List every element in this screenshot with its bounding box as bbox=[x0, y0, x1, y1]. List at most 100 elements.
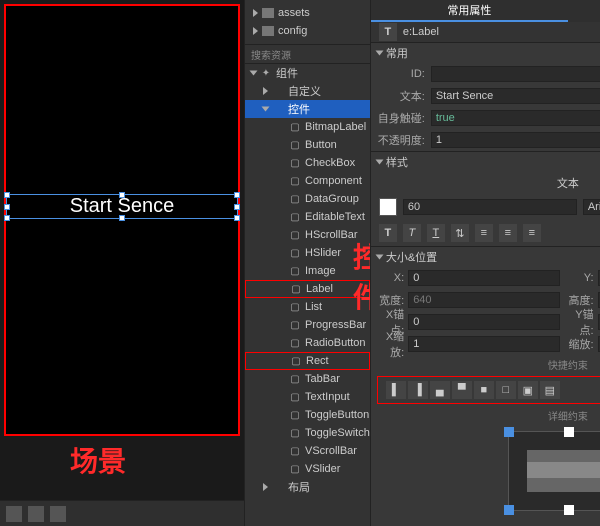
constraint-btn[interactable]: □ bbox=[496, 381, 516, 399]
touch-input[interactable] bbox=[431, 110, 600, 126]
cb-bc[interactable] bbox=[564, 505, 574, 515]
section-head-common[interactable]: 常用 bbox=[371, 43, 600, 63]
tab-all[interactable]: 所有属性 bbox=[568, 0, 600, 22]
handle-tr[interactable] bbox=[234, 192, 240, 198]
expand-icon[interactable] bbox=[262, 107, 270, 112]
item-icon bbox=[272, 85, 284, 97]
item-label: Component bbox=[305, 175, 362, 187]
underline-icon[interactable]: T bbox=[427, 224, 445, 242]
cb-tl[interactable] bbox=[504, 427, 514, 437]
section-style: 样式 文本 T T T ⇅ ≡ ≡ ≡ bbox=[371, 151, 600, 246]
resource-tree: assets config bbox=[245, 0, 370, 44]
list-item[interactable]: ▢TabBar bbox=[245, 370, 370, 388]
opacity-input[interactable] bbox=[431, 132, 600, 148]
align-left-icon[interactable]: ≡ bbox=[475, 224, 493, 242]
expand-icon[interactable] bbox=[253, 27, 258, 35]
folder-label: assets bbox=[278, 7, 310, 19]
handle-mr[interactable] bbox=[234, 204, 240, 210]
type-header: T e:Label bbox=[371, 22, 600, 42]
handle-ml[interactable] bbox=[4, 204, 10, 210]
constraint-btn[interactable]: ▌ bbox=[386, 381, 406, 399]
list-item[interactable]: ▢EditableText bbox=[245, 208, 370, 226]
list-item[interactable]: 布局 bbox=[245, 478, 370, 496]
expand-icon[interactable] bbox=[263, 483, 268, 491]
collapse-icon[interactable] bbox=[375, 255, 383, 260]
handle-bc[interactable] bbox=[119, 215, 125, 221]
x-input[interactable] bbox=[408, 270, 560, 286]
section-head-size[interactable]: 大小&位置 bbox=[371, 247, 600, 267]
align-right-icon[interactable]: ≡ bbox=[523, 224, 541, 242]
label-text: Start Sence bbox=[70, 195, 175, 217]
handle-tc[interactable] bbox=[119, 192, 125, 198]
constraint-btn[interactable]: ▐ bbox=[408, 381, 428, 399]
color-swatch[interactable] bbox=[379, 198, 397, 216]
tool-icon[interactable] bbox=[28, 506, 44, 522]
item-label: ProgressBar bbox=[305, 319, 366, 331]
id-input[interactable] bbox=[431, 66, 600, 82]
list-item[interactable]: ▢ToggleSwitch bbox=[245, 424, 370, 442]
constraint-btn[interactable]: ▤ bbox=[540, 381, 560, 399]
list-item[interactable]: ▢Rect bbox=[245, 352, 370, 370]
fontsize-input[interactable] bbox=[403, 199, 577, 215]
cb-tc[interactable] bbox=[564, 427, 574, 437]
item-icon: ▢ bbox=[289, 229, 301, 241]
scalex-input[interactable] bbox=[408, 336, 560, 352]
text-input[interactable] bbox=[431, 88, 600, 104]
item-icon: ▢ bbox=[289, 157, 301, 169]
item-label: EditableText bbox=[305, 211, 365, 223]
list-item[interactable]: 控件 bbox=[245, 100, 370, 118]
expand-icon[interactable] bbox=[253, 9, 258, 17]
constraint-box[interactable] bbox=[508, 431, 600, 511]
item-label: DataGroup bbox=[305, 193, 359, 205]
text-tab[interactable]: 文本 bbox=[557, 175, 579, 191]
list-item[interactable]: ▢DataGroup bbox=[245, 190, 370, 208]
list-item[interactable]: ▢TextInput bbox=[245, 388, 370, 406]
valign-icon[interactable]: ⇅ bbox=[451, 224, 469, 242]
handle-tl[interactable] bbox=[4, 192, 10, 198]
list-item[interactable]: ▢Component bbox=[245, 172, 370, 190]
tool-icon[interactable] bbox=[6, 506, 22, 522]
list-item[interactable]: ▢CheckBox bbox=[245, 154, 370, 172]
collapse-icon[interactable] bbox=[375, 160, 383, 165]
list-item[interactable]: ▢RadioButton bbox=[245, 334, 370, 352]
list-item[interactable]: ▢VScrollBar bbox=[245, 442, 370, 460]
expand-icon[interactable] bbox=[250, 71, 258, 76]
align-center-icon[interactable]: ≡ bbox=[499, 224, 517, 242]
list-item[interactable]: ▢HScrollBar bbox=[245, 226, 370, 244]
folder-assets[interactable]: assets bbox=[245, 4, 370, 22]
tab-common[interactable]: 常用属性 bbox=[371, 0, 568, 22]
item-label: Button bbox=[305, 139, 337, 151]
italic-icon[interactable]: T bbox=[403, 224, 421, 242]
constraint-btn[interactable]: ▣ bbox=[518, 381, 538, 399]
handle-bl[interactable] bbox=[4, 215, 10, 221]
list-item[interactable]: ▢List bbox=[245, 298, 370, 316]
selected-label[interactable]: Start Sence bbox=[6, 194, 238, 219]
list-item[interactable]: ✦组件 bbox=[245, 64, 370, 82]
item-label: BitmapLabel bbox=[305, 121, 366, 133]
tool-icon[interactable] bbox=[50, 506, 66, 522]
list-item[interactable]: ▢BitmapLabel bbox=[245, 118, 370, 136]
search-bar[interactable]: 搜索资源 bbox=[245, 44, 370, 64]
list-item[interactable]: ▢Button bbox=[245, 136, 370, 154]
collapse-icon[interactable] bbox=[375, 51, 383, 56]
list-item[interactable]: ▢ToggleButton bbox=[245, 406, 370, 424]
list-item[interactable]: ▢VSlider bbox=[245, 460, 370, 478]
folder-config[interactable]: config bbox=[245, 22, 370, 40]
constraint-btn[interactable]: ▄ bbox=[430, 381, 450, 399]
expand-icon[interactable] bbox=[263, 87, 268, 95]
stage[interactable]: Start Sence bbox=[4, 4, 240, 436]
bold-icon[interactable]: T bbox=[379, 224, 397, 242]
constraint-btn[interactable]: ■ bbox=[474, 381, 494, 399]
list-item[interactable]: ▢HSlider bbox=[245, 244, 370, 262]
fontfamily-input[interactable] bbox=[583, 199, 600, 215]
detail-constraint-title: 详细约束 bbox=[371, 406, 600, 425]
cb-bl[interactable] bbox=[504, 505, 514, 515]
constraint-btn[interactable]: ▀ bbox=[452, 381, 472, 399]
handle-br[interactable] bbox=[234, 215, 240, 221]
list-item[interactable]: ▢Label bbox=[245, 280, 370, 298]
list-item[interactable]: ▢ProgressBar bbox=[245, 316, 370, 334]
list-item[interactable]: 自定义 bbox=[245, 82, 370, 100]
section-head-style[interactable]: 样式 bbox=[371, 152, 600, 172]
type-value: e:Label bbox=[403, 26, 439, 38]
list-item[interactable]: ▢Image bbox=[245, 262, 370, 280]
